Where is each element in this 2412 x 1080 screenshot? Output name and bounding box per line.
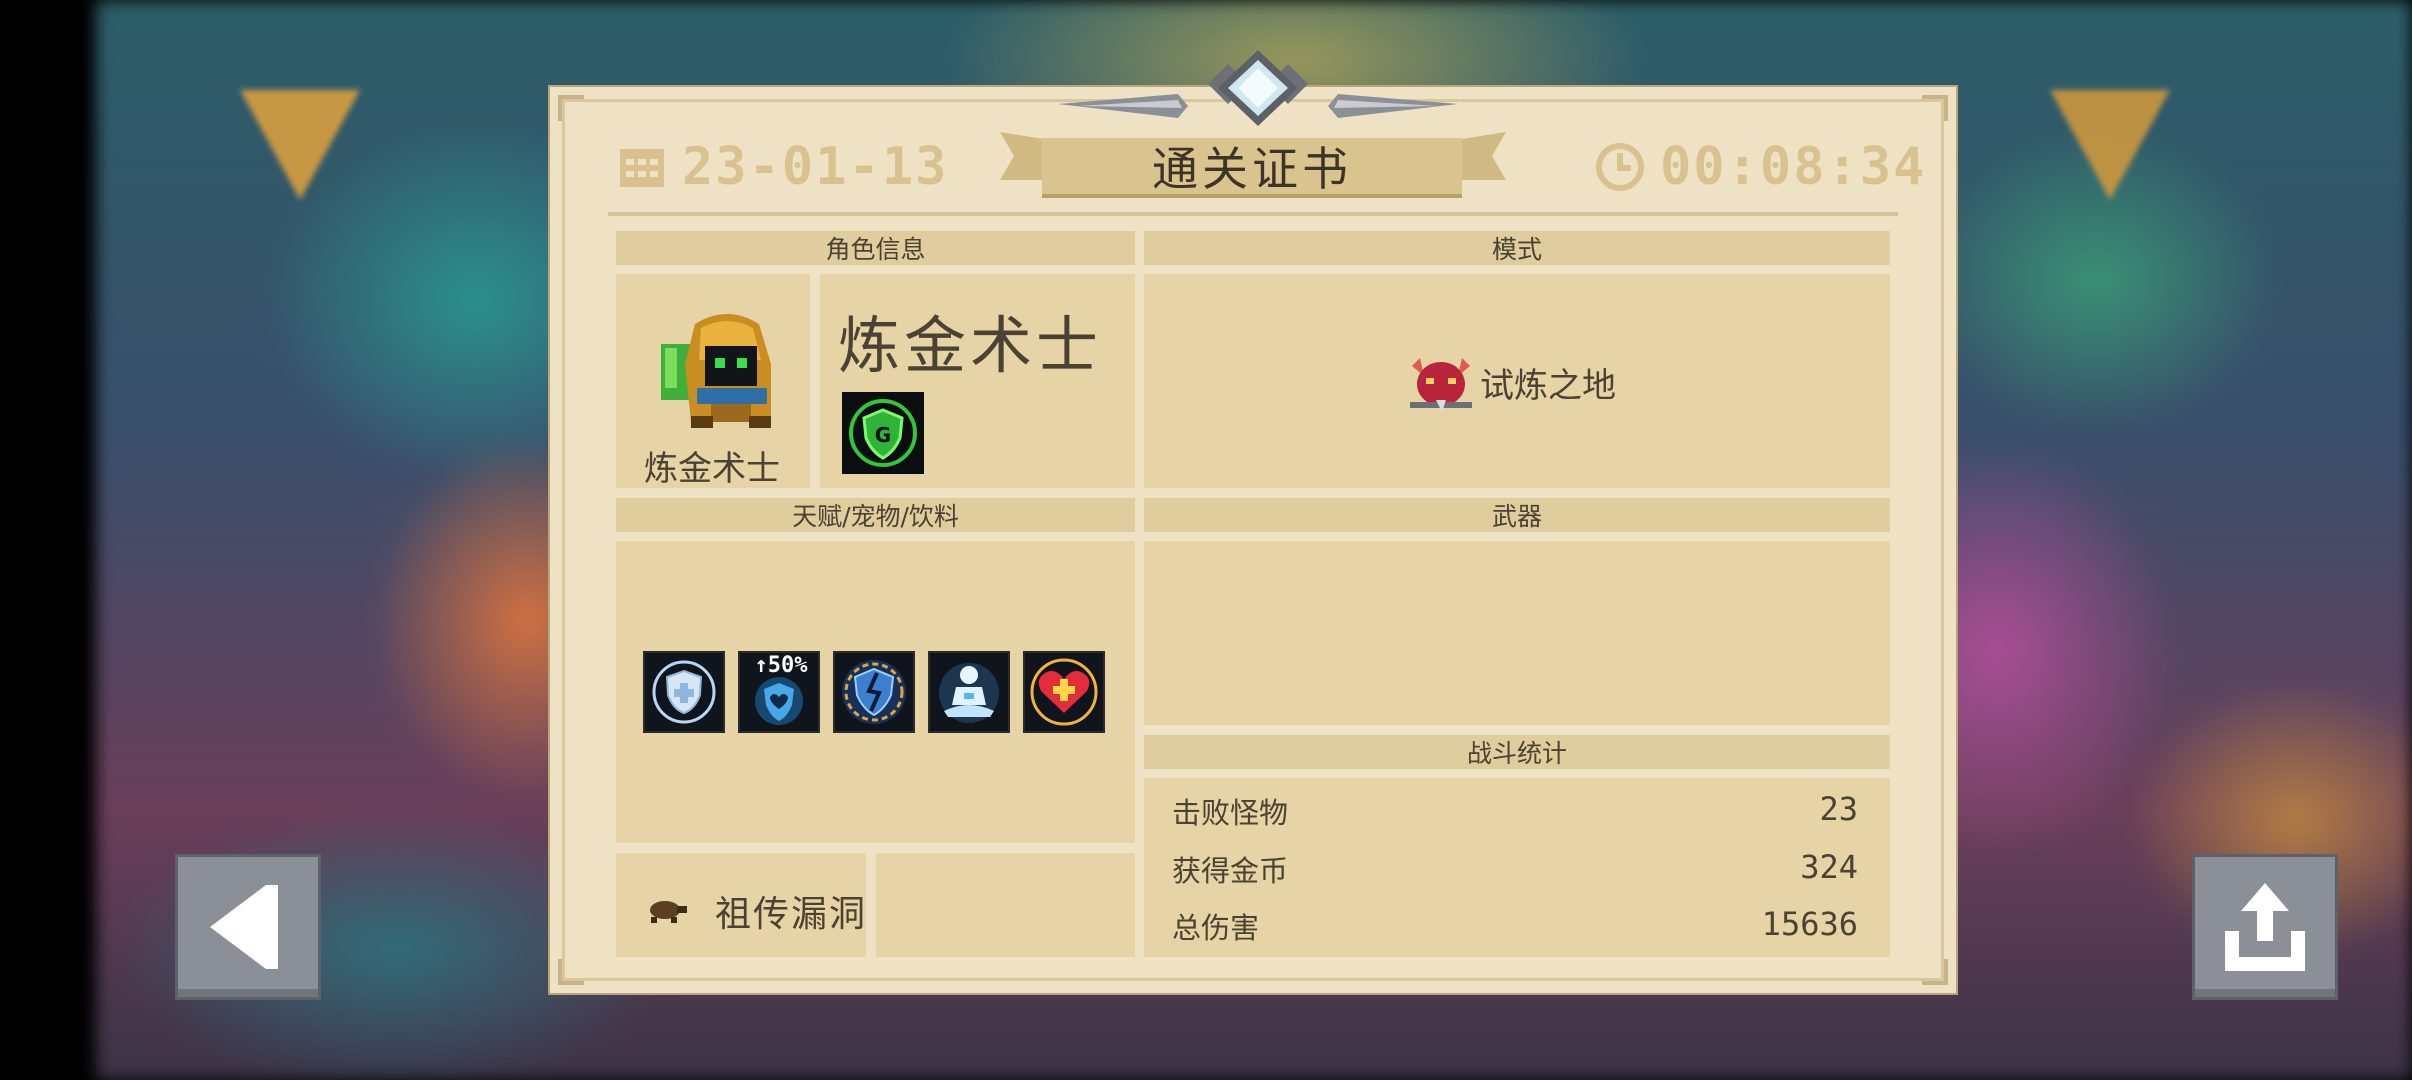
battle-stats-header: 战斗统计: [1144, 735, 1890, 769]
relic-panel-empty: [876, 853, 1135, 957]
background-pennant: [2050, 90, 2170, 200]
stat-value: 324: [1800, 848, 1858, 886]
back-arrow-icon: [210, 885, 278, 969]
clock-icon: [1596, 143, 1644, 191]
time-text: 00:08:34: [1660, 137, 1927, 197]
character-name-small: 炼金术士: [644, 449, 780, 489]
talent-badge: ↑50%: [754, 653, 808, 678]
clear-time: 00:08:34: [1596, 132, 1926, 202]
green-shield-skill-icon[interactable]: G: [842, 392, 924, 474]
certificate-title: 通关证书: [1042, 138, 1462, 198]
share-button[interactable]: [2192, 854, 2338, 1000]
stat-value: 23: [1819, 790, 1858, 828]
certificate-ornament: [1058, 50, 1458, 126]
mode-header: 模式: [1144, 231, 1890, 265]
talents-pets-drinks-header: 天赋/宠物/饮料: [616, 498, 1135, 532]
heart-plus-icon[interactable]: [1023, 651, 1105, 733]
mode-display: 试炼之地: [1406, 350, 1616, 414]
back-button[interactable]: [175, 854, 321, 1000]
talent-icon-row: ↑50%: [643, 651, 1105, 733]
relic-label: 祖传漏洞: [715, 894, 868, 935]
broken-shield-icon[interactable]: [833, 651, 915, 733]
background-pennant: [240, 90, 360, 200]
mode-label: 试炼之地: [1480, 365, 1616, 406]
turtle-icon: [650, 901, 687, 923]
weapons-header: 武器: [1144, 498, 1890, 532]
stat-row-gold-earned: 获得金币 324: [1172, 848, 1858, 890]
stat-label: 击败怪物: [1172, 796, 1289, 830]
stat-label: 获得金币: [1172, 854, 1289, 888]
meditating-figure-icon[interactable]: [928, 651, 1010, 733]
shield-buff-icon[interactable]: [643, 651, 725, 733]
alchemist-portrait-icon: [661, 314, 771, 428]
stat-label: 总伤害: [1172, 911, 1260, 945]
relic-display: 祖传漏洞: [645, 885, 867, 937]
red-demon-helmet-icon: [1410, 358, 1472, 412]
header-divider: [608, 212, 1898, 216]
stat-value: 15636: [1761, 905, 1858, 943]
date-text: 23-01-13: [682, 137, 949, 197]
svg-text:G: G: [875, 423, 891, 447]
weapons-panel: [1144, 541, 1890, 725]
stat-row-total-damage: 总伤害 15636: [1172, 905, 1858, 947]
character-name-large: 炼金术士: [838, 309, 1103, 382]
calendar-icon: [620, 149, 664, 187]
certificate-title-banner: 通关证书: [1000, 132, 1506, 202]
character-info-header: 角色信息: [616, 231, 1135, 265]
share-icon: [2225, 883, 2305, 971]
clear-date: 23-01-13: [618, 132, 948, 202]
stat-row-monsters-killed: 击败怪物 23: [1172, 790, 1858, 832]
heart-shield-50-icon[interactable]: ↑50%: [738, 651, 820, 733]
